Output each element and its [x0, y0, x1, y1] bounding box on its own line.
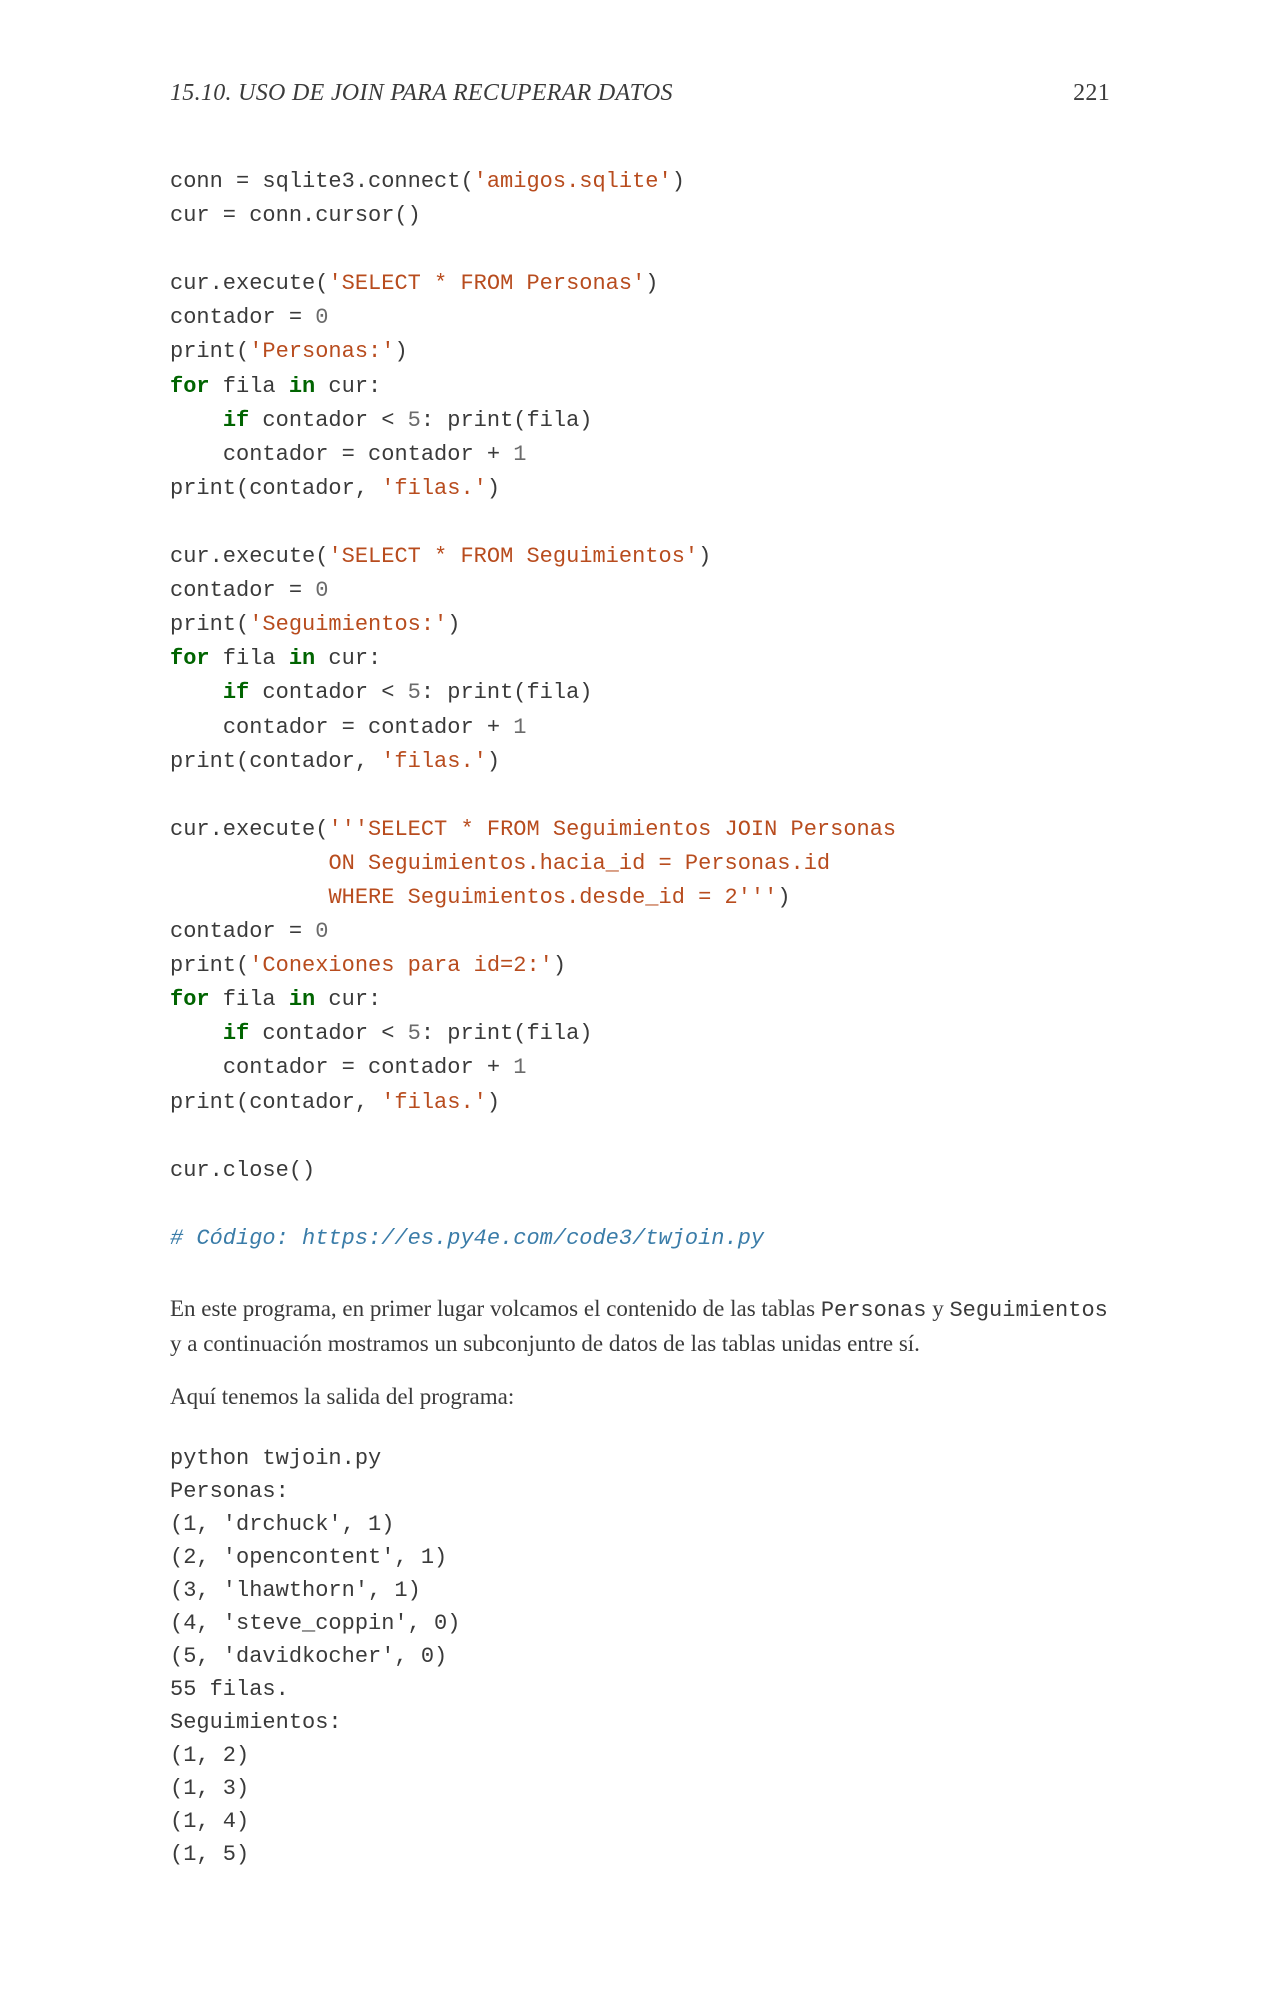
code-line: cur.execute('''SELECT * FROM Seguimiento…	[170, 817, 896, 842]
page-header: 15.10. USO DE JOIN PARA RECUPERAR DATOS …	[170, 80, 1110, 107]
output-line: (2, 'opencontent', 1)	[170, 1545, 447, 1570]
code-line: print('Seguimientos:')	[170, 612, 460, 637]
page-number: 221	[1073, 80, 1110, 107]
paragraph-1: En este programa, en primer lugar volcam…	[170, 1292, 1110, 1360]
output-line: (3, 'lhawthorn', 1)	[170, 1578, 421, 1603]
page: 15.10. USO DE JOIN PARA RECUPERAR DATOS …	[0, 0, 1280, 1991]
output-line: python twjoin.py	[170, 1446, 381, 1471]
code-comment: # Código: https://es.py4e.com/code3/twjo…	[170, 1226, 764, 1251]
code-line: contador = contador + 1	[170, 1055, 526, 1080]
section-title: 15.10. USO DE JOIN PARA RECUPERAR DATOS	[170, 80, 673, 107]
code-line: contador = 0	[170, 919, 328, 944]
code-line: conn = sqlite3.connect('amigos.sqlite')	[170, 169, 685, 194]
code-listing: conn = sqlite3.connect('amigos.sqlite') …	[170, 165, 1110, 1256]
output-line: (1, 4)	[170, 1809, 249, 1834]
paragraph-2: Aquí tenemos la salida del programa:	[170, 1380, 1110, 1413]
code-line: print('Personas:')	[170, 339, 408, 364]
code-line: cur.execute('SELECT * FROM Seguimientos'…	[170, 544, 711, 569]
code-line: if contador < 5: print(fila)	[170, 408, 593, 433]
output-line: (1, 3)	[170, 1776, 249, 1801]
code-line: print(contador, 'filas.')	[170, 1090, 500, 1115]
code-line: if contador < 5: print(fila)	[170, 1021, 593, 1046]
code-line: print('Conexiones para id=2:')	[170, 953, 566, 978]
program-output: python twjoin.py Personas: (1, 'drchuck'…	[170, 1442, 1110, 1871]
code-line: cur = conn.cursor()	[170, 203, 421, 228]
code-line: ON Seguimientos.hacia_id = Personas.id	[170, 851, 830, 876]
code-line: for fila in cur:	[170, 646, 381, 671]
code-line: cur.execute('SELECT * FROM Personas')	[170, 271, 659, 296]
output-line: (5, 'davidkocher', 0)	[170, 1644, 447, 1669]
code-line: contador = 0	[170, 305, 328, 330]
code-line: print(contador, 'filas.')	[170, 749, 500, 774]
inline-code: Seguimientos	[949, 1298, 1107, 1323]
code-line: for fila in cur:	[170, 374, 381, 399]
output-line: (1, 'drchuck', 1)	[170, 1512, 394, 1537]
code-line: if contador < 5: print(fila)	[170, 680, 593, 705]
output-line: Seguimientos:	[170, 1710, 342, 1735]
output-line: (1, 5)	[170, 1842, 249, 1867]
code-line: cur.close()	[170, 1158, 315, 1183]
code-line: contador = contador + 1	[170, 442, 526, 467]
output-line: 55 filas.	[170, 1677, 289, 1702]
output-line: (4, 'steve_coppin', 0)	[170, 1611, 460, 1636]
output-line: Personas:	[170, 1479, 289, 1504]
code-line: contador = contador + 1	[170, 715, 526, 740]
code-line: print(contador, 'filas.')	[170, 476, 500, 501]
code-line: for fila in cur:	[170, 987, 381, 1012]
code-line: WHERE Seguimientos.desde_id = 2''')	[170, 885, 791, 910]
output-line: (1, 2)	[170, 1743, 249, 1768]
code-line: contador = 0	[170, 578, 328, 603]
inline-code: Personas	[821, 1298, 927, 1323]
